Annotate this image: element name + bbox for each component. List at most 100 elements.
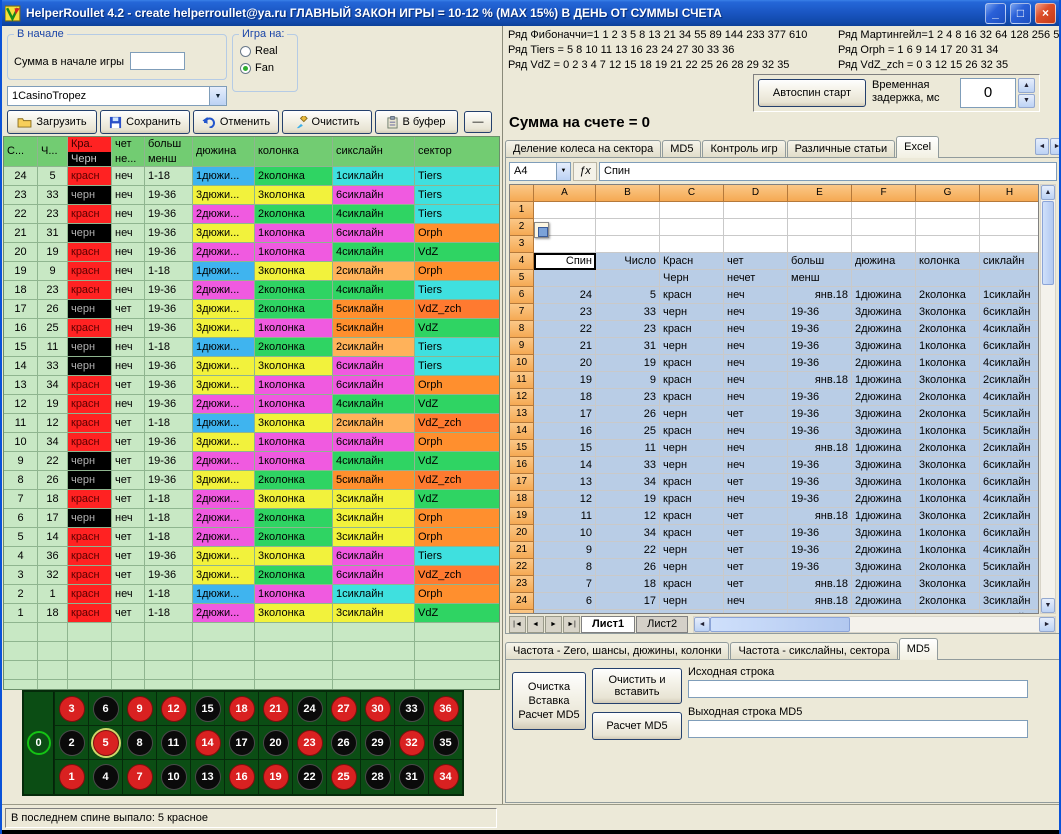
excel-cell[interactable]: 6 bbox=[534, 593, 596, 610]
roulette-cell[interactable]: 4 bbox=[88, 760, 122, 794]
excel-cell[interactable]: 2сиклайн bbox=[980, 508, 1039, 525]
excel-cell[interactable] bbox=[724, 202, 788, 219]
roulette-number[interactable]: 12 bbox=[161, 696, 187, 722]
roulette-number[interactable]: 24 bbox=[297, 696, 323, 722]
roulette-number[interactable]: 6 bbox=[93, 696, 119, 722]
excel-cell[interactable]: 1дюжина bbox=[852, 287, 916, 304]
excel-cell[interactable]: красн bbox=[660, 508, 724, 525]
radio-real[interactable]: Real bbox=[240, 45, 297, 57]
excel-cell[interactable]: 1колонка bbox=[916, 542, 980, 559]
excel-cell[interactable]: неч bbox=[724, 338, 788, 355]
excel-row-header[interactable]: 12 bbox=[510, 389, 534, 406]
excel-col-header[interactable]: C bbox=[660, 185, 724, 202]
excel-cell[interactable]: 19 bbox=[596, 491, 660, 508]
excel-row-header[interactable]: 21 bbox=[510, 542, 534, 559]
roulette-cell[interactable]: 22 bbox=[292, 760, 326, 794]
excel-cell[interactable]: 6сиклайн bbox=[980, 457, 1039, 474]
roulette-number[interactable]: 20 bbox=[263, 730, 289, 756]
excel-cell[interactable]: 3сиклайн bbox=[980, 610, 1039, 614]
roulette-number[interactable]: 14 bbox=[195, 730, 221, 756]
excel-cell[interactable]: 4сиклайн bbox=[980, 491, 1039, 508]
excel-cell[interactable]: неч bbox=[724, 355, 788, 372]
excel-cell[interactable]: 1колонка bbox=[916, 338, 980, 355]
undo-button[interactable]: Отменить bbox=[193, 110, 279, 134]
excel-cell[interactable]: 2колонка bbox=[916, 440, 980, 457]
excel-cell[interactable] bbox=[852, 202, 916, 219]
excel-cell[interactable]: 5 bbox=[596, 287, 660, 304]
excel-row-header[interactable]: 10 bbox=[510, 355, 534, 372]
sheet-first-icon[interactable]: |◄ bbox=[509, 616, 526, 633]
roulette-zero-cell[interactable]: 0 bbox=[24, 692, 54, 794]
excel-cell[interactable]: неч bbox=[724, 389, 788, 406]
roulette-number[interactable]: 3 bbox=[59, 696, 85, 722]
md5-clear-paste-calc-button[interactable]: Очистка Вставка Расчет MD5 bbox=[512, 672, 586, 730]
excel-cell[interactable]: 23 bbox=[596, 321, 660, 338]
excel-cell[interactable]: 19-36 bbox=[788, 542, 852, 559]
excel-row-header[interactable]: 2 bbox=[510, 219, 534, 236]
excel-cell[interactable]: 6сиклайн bbox=[980, 338, 1039, 355]
excel-cell[interactable]: чет bbox=[724, 559, 788, 576]
md5-calc-button[interactable]: Расчет MD5 bbox=[592, 712, 682, 740]
excel-row-header[interactable]: 8 bbox=[510, 321, 534, 338]
excel-cell[interactable]: 23 bbox=[596, 389, 660, 406]
excel-cell[interactable]: сиклайн bbox=[980, 253, 1039, 270]
freq-tab-3[interactable]: MD5 bbox=[899, 638, 938, 660]
roulette-cell[interactable]: 13 bbox=[190, 760, 224, 794]
excel-cell[interactable]: 17 bbox=[596, 593, 660, 610]
chevron-down-icon[interactable]: ▼ bbox=[556, 163, 570, 180]
excel-cell[interactable]: 1колонка bbox=[916, 525, 980, 542]
excel-row-header[interactable]: 20 bbox=[510, 525, 534, 542]
excel-cell[interactable]: янв.18 bbox=[788, 593, 852, 610]
excel-row-header[interactable]: 13 bbox=[510, 406, 534, 423]
excel-cell[interactable]: янв.18 bbox=[788, 610, 852, 614]
excel-col-header[interactable]: G bbox=[916, 185, 980, 202]
excel-cell[interactable]: 2дюжина bbox=[852, 355, 916, 372]
md5-clear-and-paste-button[interactable]: Очистить и вставить bbox=[592, 668, 682, 704]
clear-button[interactable]: Очистить bbox=[282, 110, 372, 134]
excel-row-header[interactable]: 22 bbox=[510, 559, 534, 576]
sheet-next-icon[interactable]: ► bbox=[545, 616, 562, 633]
excel-cell[interactable]: черн bbox=[660, 593, 724, 610]
scrollbar-track[interactable] bbox=[1041, 286, 1055, 598]
excel-cell[interactable]: 19-36 bbox=[788, 355, 852, 372]
excel-col-header[interactable]: F bbox=[852, 185, 916, 202]
start-sum-input[interactable] bbox=[130, 52, 185, 70]
excel-cell[interactable]: 2дюжина bbox=[852, 576, 916, 593]
roulette-number[interactable]: 22 bbox=[297, 764, 323, 790]
excel-cell[interactable]: 2колонка bbox=[916, 610, 980, 614]
excel-cell[interactable]: 2колонка bbox=[916, 287, 980, 304]
excel-cell[interactable]: 13 bbox=[534, 474, 596, 491]
roulette-cell[interactable]: 14 bbox=[190, 726, 224, 760]
roulette-number[interactable]: 21 bbox=[263, 696, 289, 722]
excel-cell[interactable]: 11 bbox=[534, 508, 596, 525]
excel-cell[interactable]: 2дюжина bbox=[852, 321, 916, 338]
excel-cell[interactable] bbox=[596, 219, 660, 236]
excel-cell[interactable]: 2колонка bbox=[916, 321, 980, 338]
excel-cell[interactable]: неч bbox=[724, 321, 788, 338]
excel-cell[interactable]: 19-36 bbox=[788, 423, 852, 440]
excel-cell[interactable]: красн bbox=[660, 491, 724, 508]
excel-row-header[interactable]: 3 bbox=[510, 236, 534, 253]
scrollbar-track[interactable] bbox=[710, 617, 1039, 632]
excel-cell[interactable] bbox=[596, 236, 660, 253]
excel-cell[interactable]: 19-36 bbox=[788, 321, 852, 338]
roulette-number[interactable]: 9 bbox=[127, 696, 153, 722]
excel-row-header[interactable]: 19 bbox=[510, 508, 534, 525]
autospin-start-button[interactable]: Автоспин старт bbox=[758, 79, 866, 107]
excel-cell[interactable]: 3сиклайн bbox=[980, 576, 1039, 593]
excel-cell[interactable] bbox=[788, 219, 852, 236]
main-tab-1[interactable]: Деление колеса на сектора bbox=[505, 140, 661, 158]
excel-cell[interactable]: янв.18 bbox=[788, 440, 852, 457]
roulette-cell[interactable]: 33 bbox=[394, 692, 428, 726]
excel-cell[interactable] bbox=[916, 202, 980, 219]
sheet-prev-icon[interactable]: ◄ bbox=[527, 616, 544, 633]
excel-cell[interactable] bbox=[660, 219, 724, 236]
excel-cell[interactable]: 3дюжина bbox=[852, 304, 916, 321]
excel-cell[interactable]: 33 bbox=[596, 457, 660, 474]
roulette-number[interactable]: 23 bbox=[297, 730, 323, 756]
excel-cell[interactable]: 1дюжина bbox=[852, 440, 916, 457]
excel-cell[interactable]: 2дюжина bbox=[852, 610, 916, 614]
excel-cell[interactable]: 19-36 bbox=[788, 406, 852, 423]
excel-cell[interactable]: 18 bbox=[596, 576, 660, 593]
excel-cell[interactable]: 3колонка bbox=[916, 457, 980, 474]
